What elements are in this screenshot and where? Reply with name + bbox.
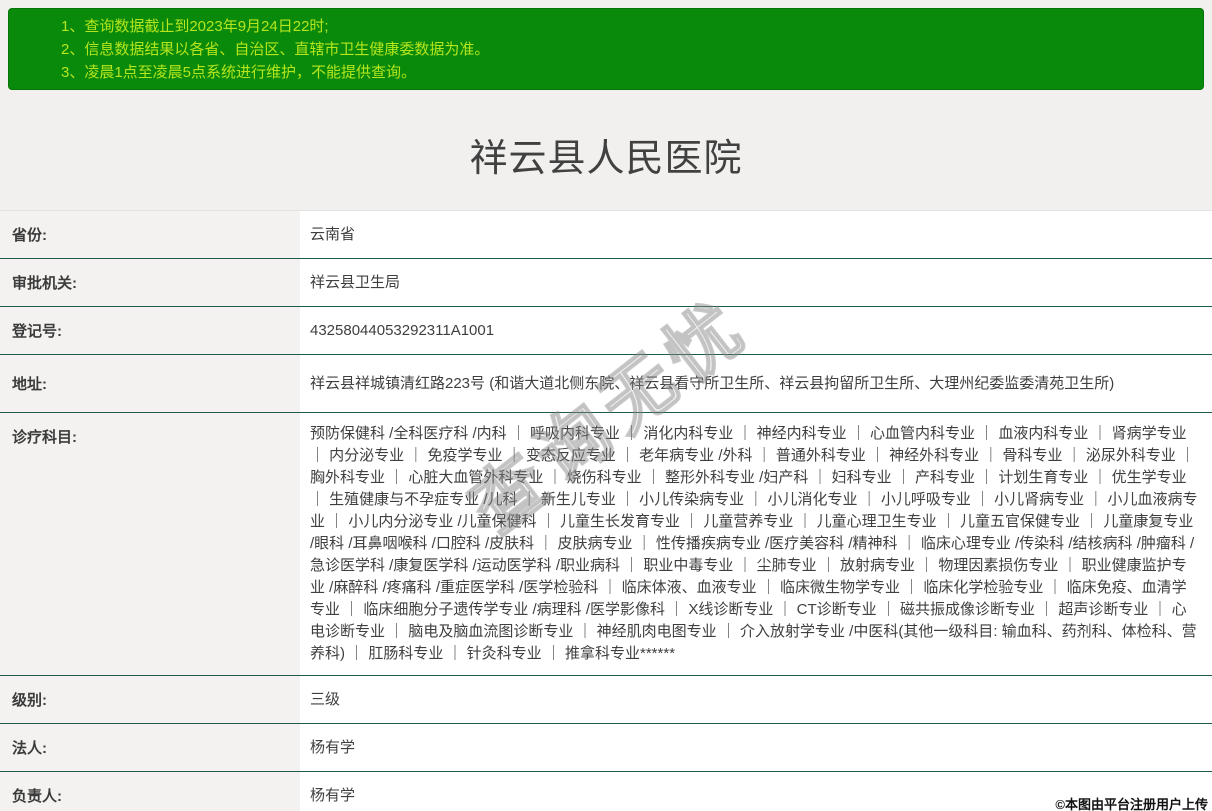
table-row-approval-authority: 审批机关: 祥云县卫生局 xyxy=(0,259,1212,307)
upload-attribution-watermark: ©本图由平台注册用户上传 xyxy=(1055,797,1208,811)
table-row-address: 地址: 祥云县祥城镇清红路223号 (和谐大道北侧东院、祥云县看守所卫生所、祥云… xyxy=(0,355,1212,413)
row-value: 祥云县祥城镇清红路223号 (和谐大道北侧东院、祥云县看守所卫生所、祥云县拘留所… xyxy=(300,355,1212,412)
row-label: 负责人: xyxy=(0,772,300,811)
row-value: 杨有学 xyxy=(300,724,1212,771)
row-value: 预防保健科 /全科医疗科 /内科 ｜ 呼吸内科专业 ｜ 消化内科专业 ｜ 神经内… xyxy=(300,413,1212,675)
table-row-legal-person: 法人: 杨有学 xyxy=(0,724,1212,772)
notice-line-1: 1、查询数据截止到2023年9月24日22时; xyxy=(61,17,329,35)
title-section: 祥云县人民医院 xyxy=(0,98,1212,210)
table-row-medical-departments: 诊疗科目: 预防保健科 /全科医疗科 /内科 ｜ 呼吸内科专业 ｜ 消化内科专业… xyxy=(0,413,1212,676)
row-value: 三级 xyxy=(300,676,1212,723)
table-row-province: 省份: 云南省 xyxy=(0,211,1212,259)
notice-line-3: 3、凌晨1点至凌晨5点系统进行维护，不能提供查询。 xyxy=(61,63,417,81)
row-label: 地址: xyxy=(0,355,300,412)
notice-banner: 1、查询数据截止到2023年9月24日22时; 2、信息数据结果以各省、自治区、… xyxy=(8,8,1204,90)
row-label: 诊疗科目: xyxy=(0,413,300,675)
row-value: 云南省 xyxy=(300,211,1212,258)
table-row-level: 级别: 三级 xyxy=(0,676,1212,724)
row-label: 省份: xyxy=(0,211,300,258)
row-label: 级别: xyxy=(0,676,300,723)
row-value: 43258044053292311A1001 xyxy=(300,307,1212,354)
notice-line-2: 2、信息数据结果以各省、自治区、直辖市卫生健康委数据为准。 xyxy=(61,40,490,58)
table-row-person-in-charge: 负责人: 杨有学 xyxy=(0,772,1212,811)
hospital-info-table: 省份: 云南省 审批机关: 祥云县卫生局 登记号: 43258044053292… xyxy=(0,210,1212,811)
row-label: 法人: xyxy=(0,724,300,771)
row-value: 祥云县卫生局 xyxy=(300,259,1212,306)
table-row-registration-number: 登记号: 43258044053292311A1001 xyxy=(0,307,1212,355)
row-label: 审批机关: xyxy=(0,259,300,306)
page-title: 祥云县人民医院 xyxy=(469,137,743,180)
row-label: 登记号: xyxy=(0,307,300,354)
